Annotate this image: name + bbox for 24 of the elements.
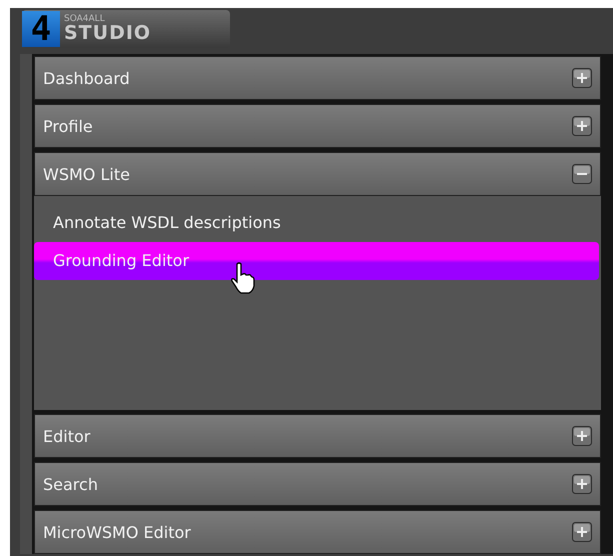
logo-mark: 4 — [22, 11, 60, 47]
collapse-icon[interactable] — [572, 164, 592, 184]
section-title: Editor — [43, 426, 90, 446]
logo-title: STUDIO — [64, 24, 152, 43]
hand-cursor-icon — [230, 262, 256, 294]
section-title: Search — [43, 474, 98, 494]
section-header[interactable]: MicroWSMO Editor — [34, 510, 601, 554]
menu-item[interactable]: Annotate WSDL descriptions — [34, 204, 599, 242]
menu-item[interactable]: Grounding Editor — [34, 242, 599, 280]
expand-icon[interactable] — [572, 522, 592, 542]
section-header[interactable]: Profile — [34, 104, 601, 148]
section-title: WSMO Lite — [43, 164, 130, 184]
section-title: Profile — [43, 116, 93, 136]
expand-icon[interactable] — [572, 474, 592, 494]
logo-subtitle: SOA4ALL — [64, 15, 106, 24]
expand-icon[interactable] — [572, 426, 592, 446]
section-header[interactable]: Search — [34, 462, 601, 506]
section-header[interactable]: WSMO Lite — [34, 152, 601, 196]
section-title: MicroWSMO Editor — [43, 522, 191, 542]
expand-icon[interactable] — [572, 116, 592, 136]
expand-icon[interactable] — [572, 68, 592, 88]
section-header[interactable]: Editor — [34, 414, 601, 458]
section-header[interactable]: Dashboard — [34, 56, 601, 100]
section-title: Dashboard — [43, 68, 130, 88]
